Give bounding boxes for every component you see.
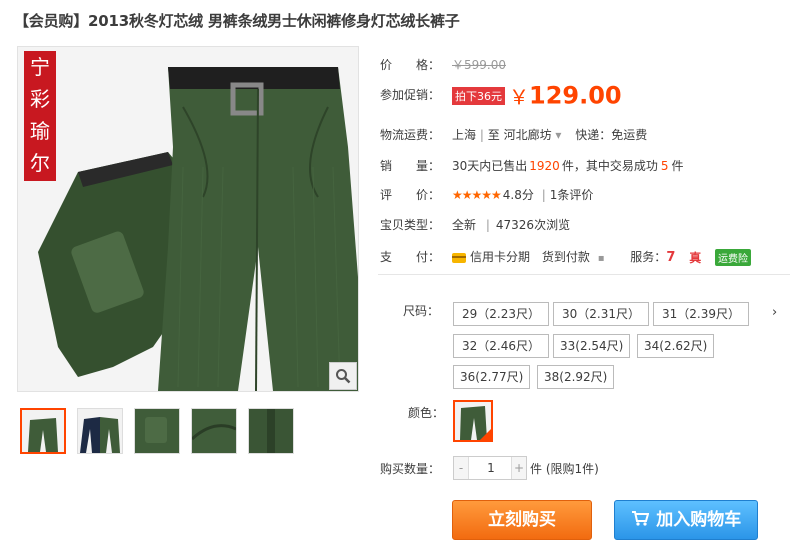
quantity-stepper: - + xyxy=(453,456,527,480)
product-title: 【会员购】2013秋冬灯芯绒 男裤条绒男士休闲裤修身灯芯绒长裤子 xyxy=(14,12,460,30)
promo-price: 129.00 xyxy=(529,81,622,110)
payment-more-icon[interactable]: ▪ xyxy=(598,253,605,264)
size-option-30[interactable]: 30（2.31尺） xyxy=(553,302,649,326)
color-label: 颜色： xyxy=(408,406,445,420)
size-option-36[interactable]: 36(2.77尺) xyxy=(453,365,531,389)
thumbnail-1[interactable] xyxy=(20,408,66,454)
promo-tag: 拍下36元 xyxy=(452,86,505,105)
rating-score: 4.8分 xyxy=(502,188,534,202)
brand-stamp-text: 宁彩瑜尔 xyxy=(30,55,50,175)
quantity-input[interactable] xyxy=(469,457,513,479)
payment-label: 支 付： xyxy=(380,250,441,264)
add-to-cart-button[interactable]: 加入购物车 xyxy=(614,500,758,540)
qty-note: 件 (限购1件) xyxy=(530,462,599,476)
promo-row: 参加促销： 拍下36元 ￥129.00 xyxy=(380,81,622,110)
sales-count: 1920 xyxy=(529,159,560,173)
sales-row: 销 量： 30天内已售出 1920 件，其中交易成功 5 件 xyxy=(380,157,684,174)
price-label: 价 格： xyxy=(380,58,441,72)
sales-mid: 件，其中交易成功 xyxy=(561,159,658,173)
zoom-icon[interactable] xyxy=(329,362,357,390)
size-option-32[interactable]: 32（2.46尺） xyxy=(453,334,549,358)
ship-from: 上海 xyxy=(452,128,477,142)
cart-icon xyxy=(631,510,655,529)
size-more-icon[interactable]: › xyxy=(772,305,777,320)
size-option-31[interactable]: 31（2.39尺） xyxy=(653,302,749,326)
price-row: 价 格： ￥599.00 xyxy=(380,56,506,73)
cod-option[interactable]: 货到付款 xyxy=(542,250,590,264)
shipping-label: 物流运费： xyxy=(380,128,441,142)
size-option-34[interactable]: 34(2.62尺) xyxy=(637,334,715,358)
brand-stamp: 宁彩瑜尔 xyxy=(24,51,56,181)
ship-to-select[interactable]: 河北廊坊 ▾ xyxy=(504,128,562,142)
rating-row: 评 价： ★★★★★ 4.8分 | 1条评价 xyxy=(380,186,593,203)
qty-minus-button[interactable]: - xyxy=(454,457,469,479)
view-count: 47326次浏览 xyxy=(495,218,571,232)
thumbnail-5[interactable] xyxy=(248,408,294,454)
item-type-row: 宝贝类型： 全新 | 47326次浏览 xyxy=(380,216,570,233)
credit-card-icon xyxy=(452,252,466,263)
sales-unit: 件 xyxy=(671,159,684,173)
qty-plus-button[interactable]: + xyxy=(511,457,526,479)
seven-day-return-icon[interactable]: 7 xyxy=(666,250,675,265)
genuine-guarantee-icon[interactable]: 真 xyxy=(689,249,701,266)
divider xyxy=(378,274,790,275)
pants-illustration xyxy=(18,47,358,391)
selected-check-icon xyxy=(480,429,491,440)
chevron-down-icon[interactable]: ▾ xyxy=(555,128,561,142)
add-to-cart-label[interactable]: 加入购物车 xyxy=(656,510,741,530)
thumbnail-4[interactable] xyxy=(191,408,237,454)
ship-sep: | xyxy=(479,128,484,142)
thumbnail-3[interactable] xyxy=(134,408,180,454)
delivery-fee: 快递：免运费 xyxy=(575,128,648,142)
ship-to-prefix: 至 xyxy=(487,128,500,142)
size-option-33[interactable]: 33(2.54尺) xyxy=(553,334,631,358)
success-count: 5 xyxy=(660,159,669,173)
item-condition: 全新 xyxy=(452,218,477,232)
size-label: 尺码： xyxy=(403,304,440,318)
currency-symbol: ￥ xyxy=(509,85,529,109)
main-product-image[interactable]: 宁彩瑜尔 xyxy=(17,46,359,392)
thumbnail-2[interactable] xyxy=(77,408,123,454)
rating-sep: | xyxy=(541,188,546,202)
item-type-label: 宝贝类型： xyxy=(380,218,441,232)
sales-label: 销 量： xyxy=(380,159,441,173)
star-rating-icon: ★★★★★ xyxy=(452,188,502,202)
size-option-38[interactable]: 38(2.92尺) xyxy=(537,365,615,389)
color-swatch-green[interactable] xyxy=(453,400,493,442)
shipping-row: 物流运费： 上海 | 至 河北廊坊 ▾ 快递：免运费 xyxy=(380,126,647,143)
services-label: 服务： xyxy=(630,250,667,264)
promo-label: 参加促销： xyxy=(380,88,441,102)
buy-now-button[interactable]: 立刻购买 xyxy=(452,500,592,540)
qty-label: 购买数量： xyxy=(380,462,441,476)
shipping-insurance-badge[interactable]: 运费险 xyxy=(715,249,752,266)
payment-row: 支 付： 信用卡分期 货到付款 ▪ 服务：7 真 运费险 xyxy=(380,248,752,266)
size-option-29[interactable]: 29（2.23尺） xyxy=(453,302,549,326)
item-sep: | xyxy=(485,218,490,232)
installment-option[interactable]: 信用卡分期 xyxy=(470,250,530,264)
sales-prefix: 30天内已售出 xyxy=(452,159,528,173)
review-count-link[interactable]: 1条评价 xyxy=(550,188,594,202)
rating-label: 评 价： xyxy=(380,188,441,202)
original-price: ￥599.00 xyxy=(452,58,506,72)
ship-to[interactable]: 河北廊坊 xyxy=(504,128,552,142)
